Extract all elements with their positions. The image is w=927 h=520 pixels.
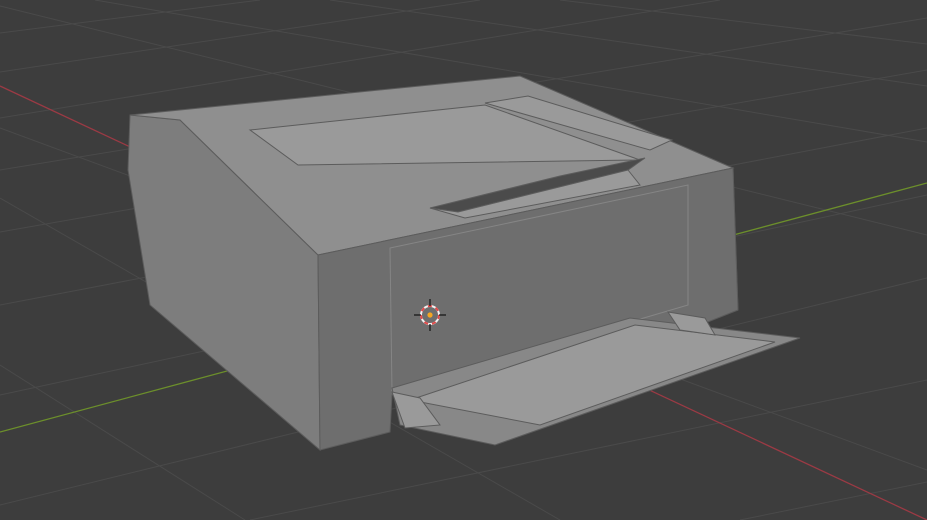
printer-model[interactable] xyxy=(127,75,801,452)
object-origin-dot xyxy=(427,312,433,318)
3d-viewport[interactable] xyxy=(0,0,927,520)
viewport-scene[interactable] xyxy=(0,0,927,520)
